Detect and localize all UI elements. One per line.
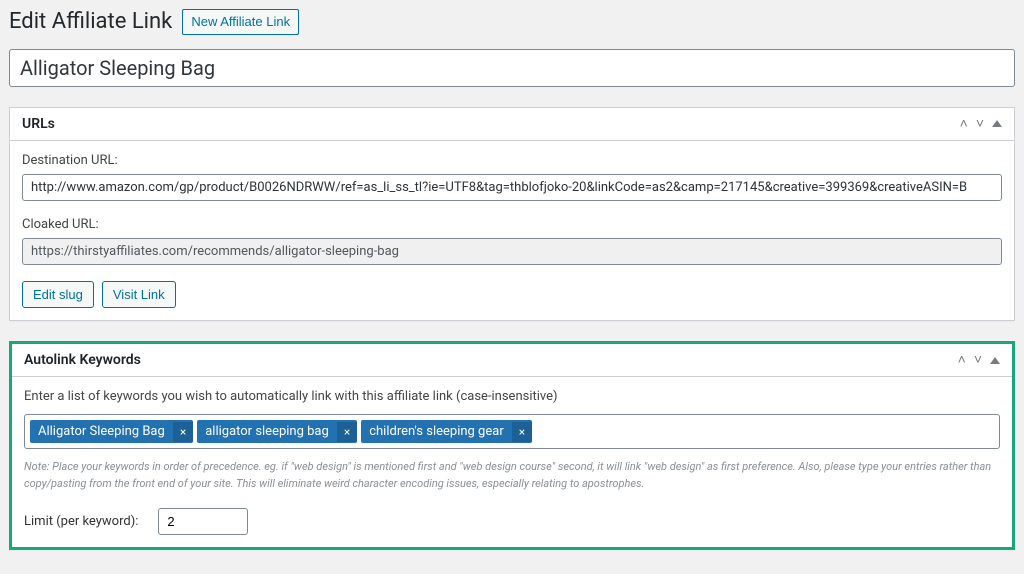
move-up-icon[interactable]: ˄ bbox=[958, 353, 966, 367]
keyword-tag: Alligator Sleeping Bag× bbox=[30, 420, 193, 443]
new-affiliate-link-button[interactable]: New Affiliate Link bbox=[182, 9, 299, 35]
move-down-icon[interactable]: ˅ bbox=[976, 117, 984, 131]
urls-heading: URLs bbox=[22, 116, 55, 132]
autolink-keywords-panel: Autolink Keywords ˄ ˅ Enter a list of ke… bbox=[9, 341, 1015, 550]
keyword-tag-label: Alligator Sleeping Bag bbox=[30, 420, 173, 443]
urls-panel: URLs ˄ ˅ Destination URL: Cloaked URL: E… bbox=[9, 107, 1015, 322]
affiliate-title-input[interactable] bbox=[9, 49, 1015, 87]
remove-tag-icon[interactable]: × bbox=[337, 422, 357, 442]
cloaked-url-label: Cloaked URL: bbox=[22, 217, 1002, 232]
keyword-tag: alligator sleeping bag× bbox=[197, 420, 357, 443]
limit-per-keyword-input[interactable] bbox=[158, 508, 248, 535]
keyword-tag-input[interactable]: Alligator Sleeping Bag×alligator sleepin… bbox=[24, 414, 1000, 449]
move-up-icon[interactable]: ˄ bbox=[960, 117, 968, 131]
move-down-icon[interactable]: ˅ bbox=[974, 353, 982, 367]
autolink-instruction: Enter a list of keywords you wish to aut… bbox=[24, 389, 1000, 404]
edit-slug-button[interactable]: Edit slug bbox=[22, 281, 94, 309]
autolink-note: Note: Place your keywords in order of pr… bbox=[24, 459, 1000, 492]
remove-tag-icon[interactable]: × bbox=[173, 422, 193, 442]
keyword-tag-label: children's sleeping gear bbox=[361, 420, 512, 443]
page-title: Edit Affiliate Link bbox=[9, 9, 172, 34]
remove-tag-icon[interactable]: × bbox=[512, 422, 532, 442]
keyword-tag: children's sleeping gear× bbox=[361, 420, 532, 443]
autolink-heading: Autolink Keywords bbox=[24, 352, 141, 368]
keyword-tag-label: alligator sleeping bag bbox=[197, 420, 337, 443]
destination-url-label: Destination URL: bbox=[22, 153, 1002, 168]
toggle-panel-icon[interactable] bbox=[992, 120, 1002, 127]
destination-url-input[interactable] bbox=[22, 174, 1002, 201]
limit-label: Limit (per keyword): bbox=[24, 514, 138, 529]
cloaked-url-input[interactable] bbox=[22, 238, 1002, 265]
toggle-panel-icon[interactable] bbox=[990, 357, 1000, 364]
visit-link-button[interactable]: Visit Link bbox=[102, 281, 176, 309]
